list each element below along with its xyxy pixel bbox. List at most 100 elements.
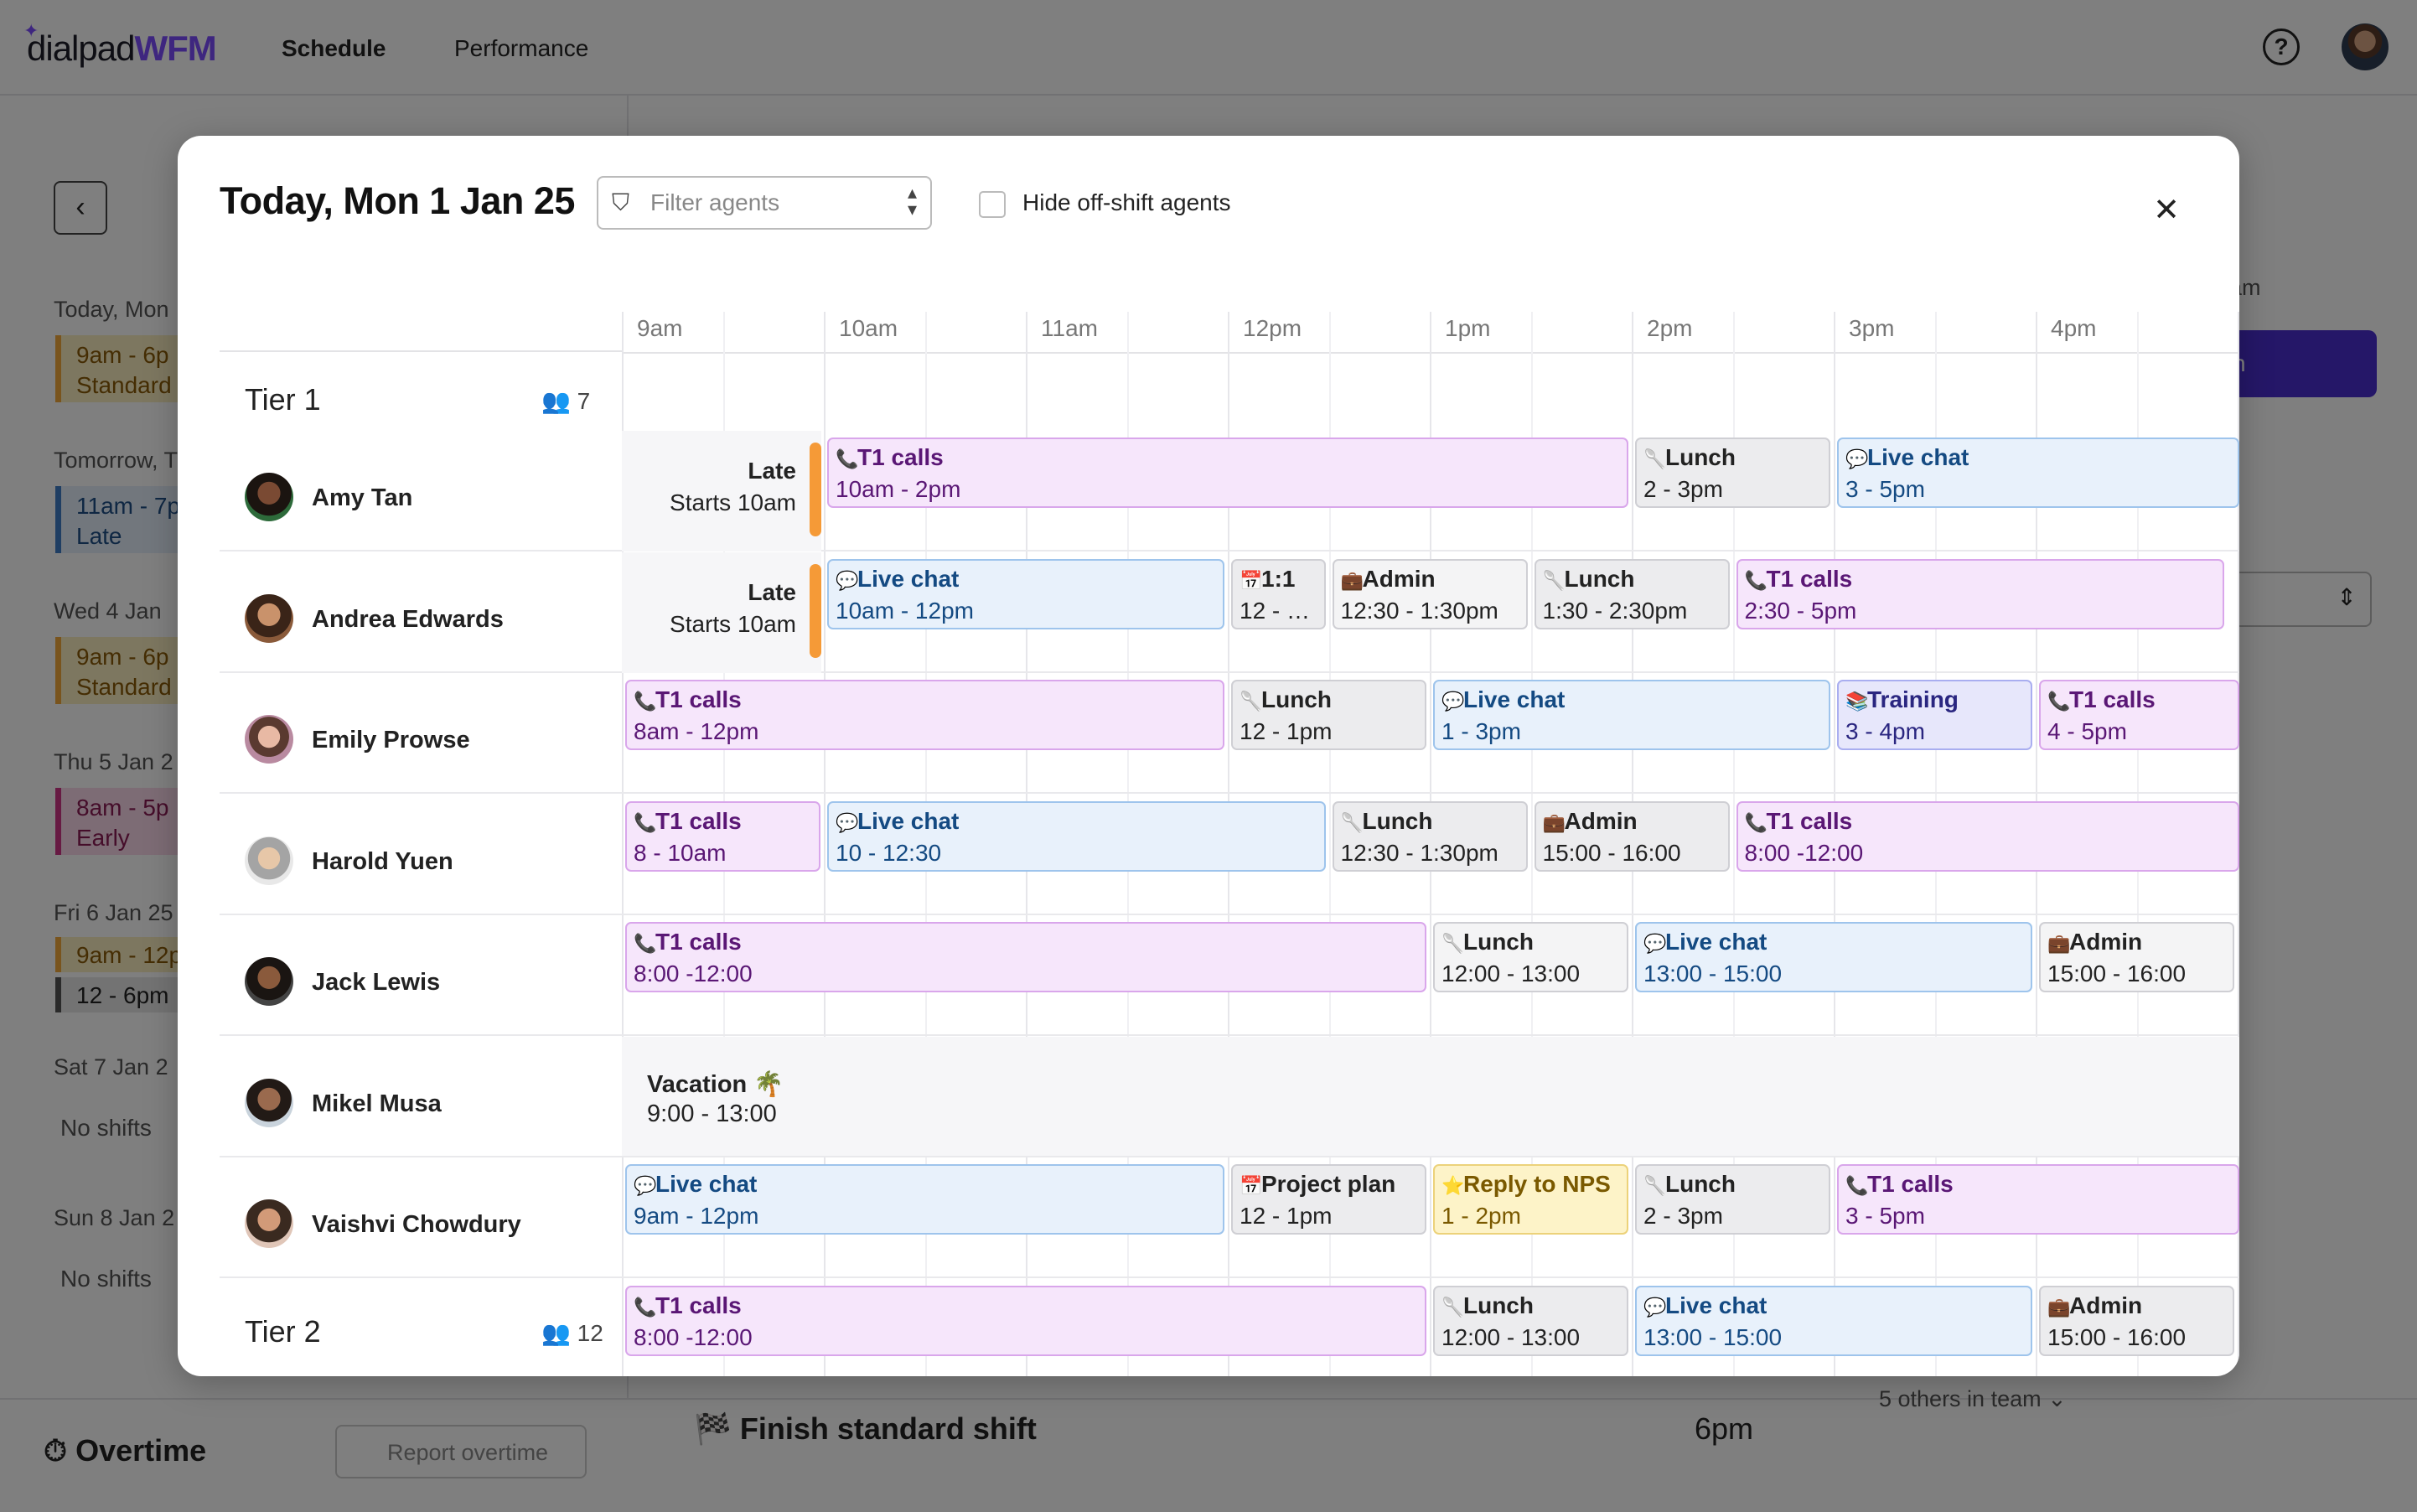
agent-avatar (245, 473, 293, 521)
tier-heading: Tier 1 (245, 382, 321, 417)
schedule-block[interactable]: 📞T1 calls 3 - 5pm (1837, 1164, 2239, 1235)
block-time: 10am - 12pm (836, 597, 974, 624)
schedule-block[interactable]: 📞T1 calls 8:00 -12:00 (625, 1285, 1426, 1356)
block-title: 💼Admin (2047, 1291, 2226, 1323)
schedule-block[interactable]: 📞T1 calls 2:30 - 5pm (1736, 558, 2224, 629)
row-divider (220, 792, 2239, 794)
schedule-block[interactable]: 🥄Lunch 2 - 3pm (1635, 438, 1830, 508)
block-time: 3 - 5pm (1845, 476, 1925, 502)
block-title: 📞T1 calls (634, 1291, 1418, 1323)
schedule-block[interactable]: 💬Live chat 9am - 12pm (625, 1164, 1224, 1235)
block-title-text: Live chat (1665, 1292, 1767, 1318)
block-title: 💬Live chat (1643, 927, 2024, 959)
phone-icon: 📞 (634, 691, 657, 712)
block-title: 📅Project plan (1240, 1169, 1418, 1201)
schedule-block[interactable]: 💬Live chat 13:00 - 15:00 (1635, 1285, 2032, 1356)
agent-name[interactable]: Andrea Edwards (312, 606, 504, 634)
block-title: 💬Live chat (1643, 1291, 2024, 1323)
schedule-block[interactable]: 📅1:1 12 - 1… (1231, 558, 1326, 629)
schedule-block[interactable]: 📚Training 3 - 4pm (1837, 680, 2032, 750)
tier-count-value: 7 (577, 388, 591, 414)
block-title-text: T1 calls (655, 1292, 742, 1318)
vacation-time: 9:00 - 13:00 (647, 1100, 777, 1127)
block-title: 💼Admin (1543, 806, 1721, 838)
row-divider (220, 671, 2239, 673)
schedule-block[interactable]: 💬Live chat 3 - 5pm (1837, 438, 2239, 508)
hide-off-shift-label[interactable]: Hide off-shift agents (1022, 189, 1231, 216)
block-title: ⭐Reply to NPS (1441, 1169, 1620, 1201)
schedule-block[interactable]: 📞T1 calls 4 - 5pm (2039, 680, 2239, 750)
agent-avatar (245, 715, 293, 764)
block-title-text: Lunch (1261, 686, 1332, 712)
agent-name[interactable]: Vaishvi Chowdury (312, 1211, 521, 1239)
vacation-row (622, 1036, 2239, 1156)
schedule-block[interactable]: 🥄Lunch 12:00 - 13:00 (1433, 922, 1628, 992)
schedule-block[interactable]: 📞T1 calls 8 - 10am (625, 800, 820, 872)
agent-name[interactable]: Amy Tan (312, 484, 412, 512)
briefcase-icon: 💼 (2047, 1296, 2071, 1318)
chat-icon: 💬 (634, 1175, 657, 1196)
schedule-block[interactable]: 💬Live chat 13:00 - 15:00 (1635, 922, 2032, 992)
schedule-block[interactable]: 📞T1 calls 8:00 -12:00 (625, 922, 1426, 992)
schedule-block[interactable]: 🥄Lunch 12:30 - 1:30pm (1332, 800, 1528, 872)
schedule-block[interactable]: 💬Live chat 10am - 12pm (827, 558, 1224, 629)
schedule-block[interactable]: 💬Live chat 1 - 3pm (1433, 680, 1830, 750)
hide-off-shift-checkbox[interactable] (979, 191, 1006, 218)
schedule-block[interactable]: 🥄Lunch 12 - 1pm (1231, 680, 1426, 750)
schedule-block[interactable]: 💼Admin 15:00 - 16:00 (2039, 922, 2234, 992)
block-time: 1 - 2pm (1441, 1203, 1521, 1229)
hour-label: 10am (839, 315, 898, 341)
tier-count-value: 12 (577, 1319, 603, 1346)
block-time: 8 - 10am (634, 839, 727, 866)
block-time: 1:30 - 2:30pm (1542, 597, 1688, 624)
block-title: 💬Live chat (1845, 443, 2231, 474)
block-title: 📞T1 calls (1845, 1169, 2231, 1201)
users-icon: 👥 (541, 1319, 571, 1346)
chat-icon: 💬 (1845, 448, 1869, 469)
row-divider (220, 913, 2239, 915)
block-time: 8am - 12pm (634, 718, 759, 744)
block-title: 🥄Lunch (1341, 806, 1519, 838)
divider (220, 350, 622, 352)
agent-name[interactable]: Jack Lewis (312, 969, 440, 997)
block-time: 15:00 - 16:00 (2047, 1323, 2187, 1350)
block-title-text: Live chat (857, 565, 960, 592)
briefcase-icon: 💼 (1542, 811, 1566, 833)
schedule-block[interactable]: 💼Admin 12:30 - 1:30pm (1332, 558, 1528, 629)
schedule-block[interactable]: ⭐Reply to NPS 1 - 2pm (1433, 1164, 1628, 1235)
schedule-block[interactable]: 📞T1 calls 8am - 12pm (625, 680, 1224, 750)
chevron-updown-icon: ▴ ▾ (907, 182, 917, 220)
block-time: 8:00 -12:00 (1744, 839, 1864, 866)
schedule-block[interactable]: 📅Project plan 12 - 1pm (1231, 1164, 1426, 1235)
filter-funnel-icon: ⛉ (612, 189, 630, 215)
block-title: 💼Admin (1341, 564, 1519, 596)
close-icon[interactable]: ✕ (2145, 189, 2187, 231)
schedule-block[interactable]: 📞T1 calls 8:00 -12:00 (1736, 800, 2239, 872)
late-indicator-bar (810, 443, 821, 536)
schedule-block[interactable]: 📞T1 calls 10am - 2pm (827, 438, 1628, 508)
block-time: 15:00 - 16:00 (2047, 961, 2187, 986)
late-start-marker: Late Starts 10am (622, 431, 821, 551)
block-time: 3 - 4pm (1845, 718, 1925, 744)
agent-name[interactable]: Emily Prowse (312, 727, 470, 754)
schedule-block[interactable]: 🥄Lunch 1:30 - 2:30pm (1534, 558, 1730, 629)
block-title: 📞T1 calls (634, 806, 812, 838)
schedule-block[interactable]: 💼Admin 15:00 - 16:00 (2039, 1285, 2234, 1356)
block-title: 🥄Lunch (1441, 1291, 1620, 1323)
schedule-block[interactable]: 💬Live chat 10 - 12:30 (827, 800, 1326, 872)
vacation-title: Vacation 🌴 (647, 1070, 784, 1098)
phone-icon: 📞 (634, 1296, 657, 1318)
agent-name[interactable]: Mikel Musa (312, 1090, 442, 1118)
star-icon: ⭐ (1441, 1175, 1465, 1196)
schedule-block[interactable]: 🥄Lunch 12:00 - 13:00 (1433, 1285, 1628, 1356)
schedule-block[interactable]: 🥄Lunch 2 - 3pm (1635, 1164, 1830, 1235)
filter-agents-select[interactable]: ⛉ Filter agents ▴ ▾ (597, 176, 932, 230)
schedule-block[interactable]: 💼Admin 15:00 - 16:00 (1534, 800, 1730, 872)
block-title-text: Live chat (1665, 929, 1767, 955)
phone-icon: 📞 (1744, 811, 1767, 833)
block-title: 📞T1 calls (634, 685, 1216, 717)
late-indicator-bar (810, 563, 821, 658)
chat-icon: 💬 (836, 569, 859, 591)
block-title: 💬Live chat (836, 806, 1317, 838)
agent-name[interactable]: Harold Yuen (312, 848, 453, 876)
